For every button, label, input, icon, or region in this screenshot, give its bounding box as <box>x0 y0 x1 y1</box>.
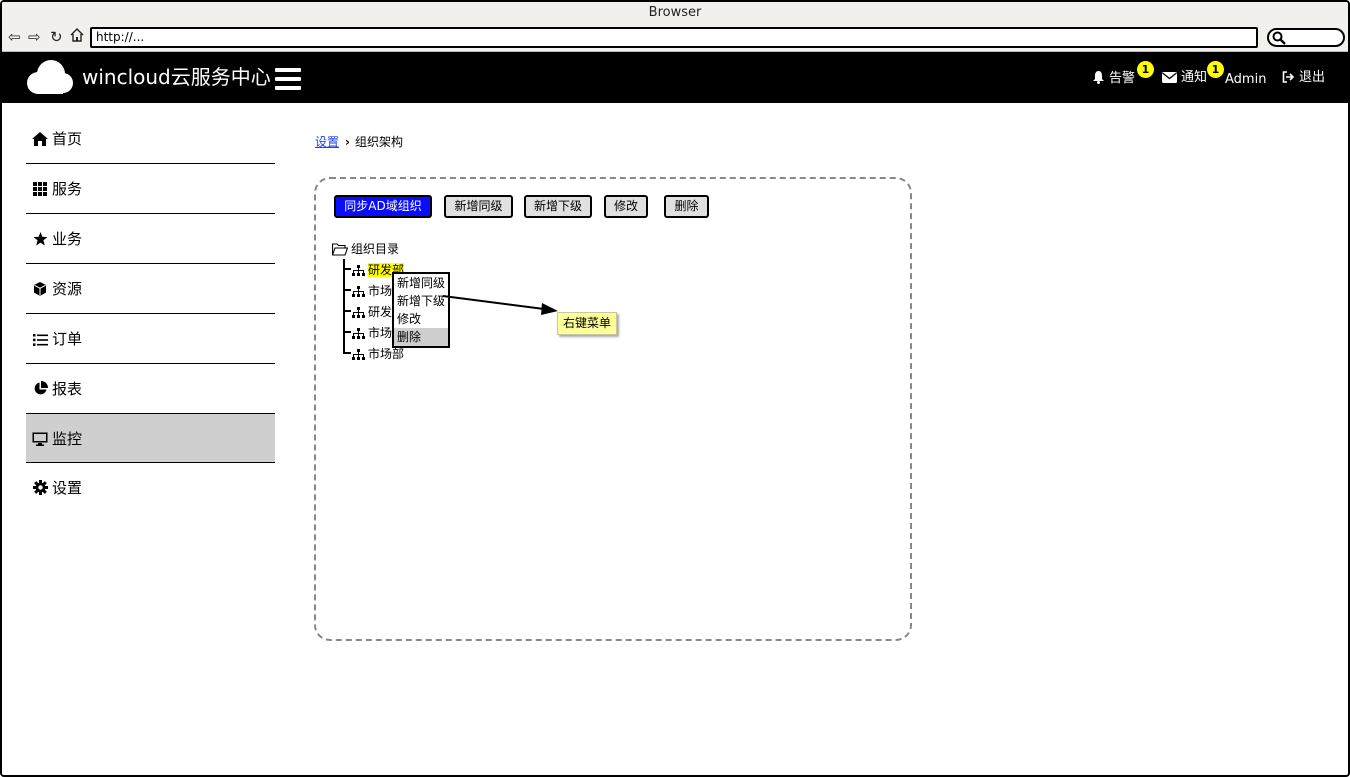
annotation-arrow <box>442 295 558 315</box>
annotation-note: 右键菜单 <box>557 312 617 335</box>
browser-window: Browser ⇦ ⇨ ↻ http://... wincloud云服务中心 告… <box>0 0 1350 777</box>
